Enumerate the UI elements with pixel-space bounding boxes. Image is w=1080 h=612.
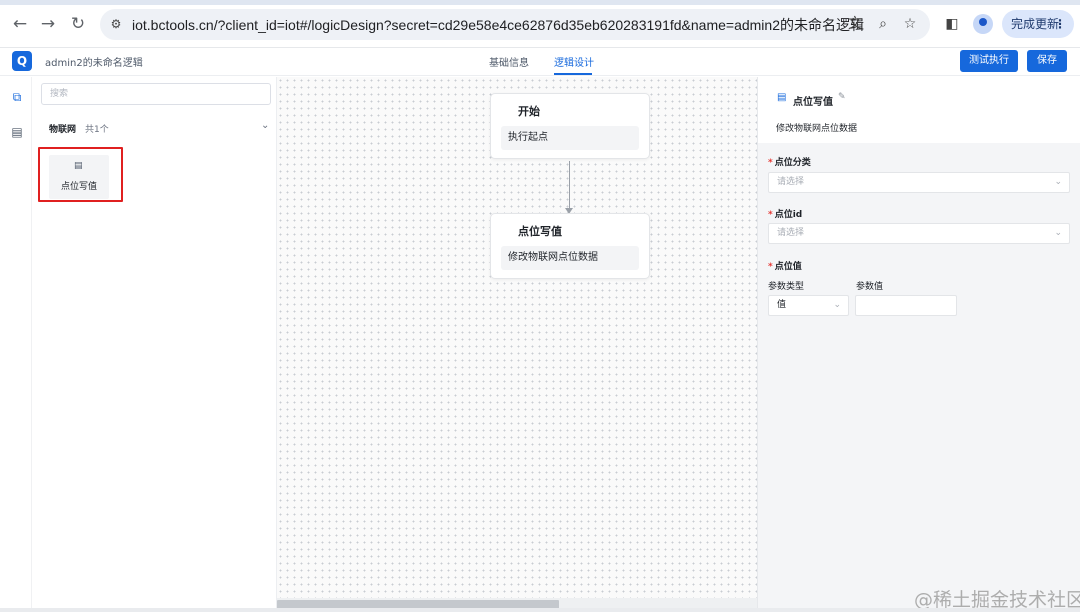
- properties-header: ▤ 点位写值 ✎ 修改物联网点位数据: [758, 77, 1080, 143]
- chevron-down-icon: ⌄: [833, 300, 841, 310]
- component-panel: 搜索 物联网 共1个 ⌄ ▤ 点位写值: [32, 77, 277, 612]
- point-id-select[interactable]: 请选择 ⌄: [768, 223, 1070, 244]
- point-category-select[interactable]: 请选择 ⌄: [768, 172, 1070, 193]
- left-icon-rail: ⧉ ▤: [0, 77, 32, 612]
- node-title: 点位写值: [518, 225, 562, 238]
- document-icon[interactable]: ▤: [10, 125, 24, 139]
- active-tab-indicator: [554, 73, 592, 75]
- save-button[interactable]: 保存: [1027, 50, 1067, 72]
- back-icon[interactable]: ←: [10, 14, 30, 34]
- browser-toolbar: ← → ↻ ⚙ iot.bctools.cn/?client_id=iot#/l…: [0, 0, 1080, 48]
- node-body: 修改物联网点位数据: [501, 246, 639, 270]
- url-text[interactable]: iot.bctools.cn/?client_id=iot#/logicDesi…: [132, 15, 864, 35]
- point-category-placeholder: 请选择: [777, 177, 805, 187]
- properties-panel: ▤ 点位写值 ✎ 修改物联网点位数据 * 点位分类 请选择 ⌄ * 点位id 请选择…: [757, 77, 1080, 612]
- reload-icon[interactable]: ↻: [68, 14, 88, 34]
- chevron-down-icon: ⌄: [1054, 177, 1062, 187]
- chevron-down-icon: ⌄: [1054, 228, 1062, 238]
- group-title[interactable]: 物联网: [49, 122, 76, 135]
- address-bar[interactable]: ⚙ iot.bctools.cn/?client_id=iot#/logicDe…: [100, 9, 930, 40]
- connector-line: [569, 161, 570, 211]
- param-type-label: 参数类型: [768, 282, 805, 292]
- translate-icon[interactable]: 文: [846, 15, 864, 33]
- properties-title: 点位写值: [793, 97, 833, 108]
- forward-icon[interactable]: →: [38, 14, 58, 34]
- point-value-label: * 点位值: [768, 262, 802, 272]
- point-id-placeholder: 请选择: [777, 228, 805, 238]
- search-input[interactable]: 搜索: [41, 83, 271, 105]
- app-logo: Q: [12, 51, 32, 71]
- side-panel-icon[interactable]: ◧: [942, 14, 962, 34]
- param-type-select[interactable]: 值 ⌄: [768, 295, 849, 316]
- point-id-label: * 点位id: [768, 210, 803, 220]
- components-icon[interactable]: ⧉: [10, 90, 24, 104]
- bookmark-star-icon[interactable]: ☆: [901, 15, 919, 33]
- flow-node-start[interactable]: 开始 执行起点: [490, 93, 650, 159]
- test-run-button[interactable]: 测试执行: [960, 50, 1018, 72]
- properties-description: 修改物联网点位数据: [776, 124, 858, 134]
- param-value-input[interactable]: [855, 295, 957, 316]
- chevron-down-icon[interactable]: ⌄: [261, 120, 269, 131]
- flow-node-point-write[interactable]: 点位写值 修改物联网点位数据: [490, 213, 650, 279]
- component-card[interactable]: ▤ 点位写值: [49, 155, 109, 199]
- tab-strip: [0, 0, 1080, 5]
- group-count: 共1个: [85, 125, 109, 135]
- param-type-value: 值: [777, 300, 787, 310]
- node-body: 执行起点: [501, 126, 639, 150]
- app-title: admin2的未命名逻辑: [45, 58, 143, 69]
- zoom-icon[interactable]: ⌕: [874, 15, 892, 33]
- edit-icon[interactable]: ✎: [838, 92, 846, 102]
- site-info-icon[interactable]: ⚙: [108, 16, 124, 32]
- node-doc-icon: ▤: [777, 92, 787, 103]
- component-label: 点位写值: [60, 182, 97, 192]
- more-menu-icon[interactable]: ⋮: [1054, 10, 1066, 38]
- app-header: Q admin2的未命名逻辑 基础信息 逻辑设计 测试执行 保存: [0, 48, 1080, 76]
- flow-canvas[interactable]: 开始 执行起点 点位写值 修改物联网点位数据: [277, 77, 757, 612]
- tab-basic-info[interactable]: 基础信息: [489, 54, 529, 69]
- param-value-label: 参数值: [856, 282, 884, 292]
- update-label: 完成更新: [1011, 17, 1060, 31]
- component-icon: ▤: [74, 161, 83, 171]
- bottom-strip: [0, 608, 1080, 612]
- point-category-label: * 点位分类: [768, 158, 811, 168]
- profile-avatar[interactable]: [973, 14, 993, 34]
- tab-logic-design[interactable]: 逻辑设计: [554, 54, 594, 69]
- node-title: 开始: [518, 105, 540, 118]
- update-button[interactable]: 完成更新 ⋮: [1002, 10, 1074, 38]
